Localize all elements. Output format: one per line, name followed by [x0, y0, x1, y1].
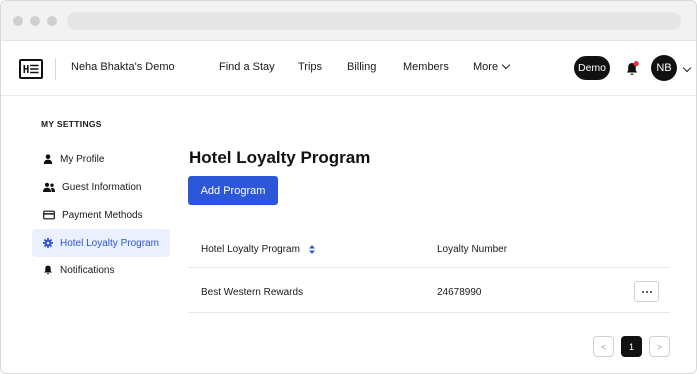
pagination-next-button[interactable]: >: [649, 336, 670, 357]
more-dot-icon: [641, 290, 644, 293]
bell-icon: [626, 61, 639, 75]
sidebar-item-notifications[interactable]: Notifications: [32, 256, 170, 284]
logo-text: H☰: [22, 62, 40, 76]
sidebar-item-label: My Profile: [60, 153, 105, 165]
notifications-button[interactable]: [625, 61, 639, 77]
top-navigation: H☰ Neha Bhakta's Demo Find a Stay Trips …: [1, 41, 696, 96]
browser-window: H☰ Neha Bhakta's Demo Find a Stay Trips …: [0, 0, 697, 374]
add-program-button[interactable]: Add Program: [188, 176, 278, 205]
more-dot-icon: [645, 290, 648, 293]
bell-icon: [44, 265, 52, 275]
nav-more-label: More: [473, 61, 499, 73]
person-icon: [43, 154, 53, 164]
page-title: Hotel Loyalty Program: [189, 148, 371, 167]
gear-icon: [43, 238, 53, 248]
sidebar-item-label: Hotel Loyalty Program: [60, 237, 159, 249]
sidebar-item-label: Guest Information: [62, 181, 142, 193]
table-divider: [188, 267, 670, 268]
chevron-down-icon: [501, 60, 511, 70]
window-zoom-dot[interactable]: [47, 16, 57, 26]
sidebar-heading: MY SETTINGS: [41, 119, 102, 129]
window-close-dot[interactable]: [13, 16, 23, 26]
notification-dot: [633, 61, 639, 67]
window-minimize-dot[interactable]: [30, 16, 40, 26]
credit-card-icon: [43, 210, 55, 220]
pagination-prev-button[interactable]: <: [593, 336, 614, 357]
sidebar-item-hotel-loyalty-program[interactable]: Hotel Loyalty Program: [32, 229, 170, 257]
column-header-loyalty-number: Loyalty Number: [437, 244, 508, 255]
sidebar-item-label: Payment Methods: [62, 209, 143, 221]
browser-chrome: [1, 1, 696, 41]
pagination-page-current[interactable]: 1: [621, 336, 642, 357]
nav-divider: [55, 58, 56, 80]
table-cell-program: Best Western Rewards: [201, 287, 304, 298]
sort-icon[interactable]: [308, 244, 315, 254]
address-bar[interactable]: [67, 12, 681, 30]
nav-trips[interactable]: Trips: [298, 61, 322, 73]
nav-members[interactable]: Members: [403, 61, 449, 73]
table-divider: [188, 312, 670, 313]
account-chevron-down-icon[interactable]: [682, 63, 692, 73]
sidebar-item-payment-methods[interactable]: Payment Methods: [32, 201, 170, 229]
row-more-options-button[interactable]: [634, 281, 659, 302]
sidebar-item-my-profile[interactable]: My Profile: [32, 145, 170, 173]
column-header-program[interactable]: Hotel Loyalty Program: [201, 244, 315, 255]
people-icon: [43, 182, 55, 192]
sidebar-item-label: Notifications: [60, 264, 115, 276]
avatar[interactable]: NB: [651, 55, 677, 81]
column-header-label: Hotel Loyalty Program: [201, 244, 300, 255]
table-cell-loyalty-number: 24678990: [437, 287, 482, 298]
nav-more[interactable]: More: [473, 60, 511, 73]
logo[interactable]: H☰: [19, 59, 43, 79]
demo-badge[interactable]: Demo: [574, 56, 610, 80]
nav-billing[interactable]: Billing: [347, 61, 376, 73]
sidebar-item-guest-information[interactable]: Guest Information: [32, 173, 170, 201]
org-name: Neha Bhakta's Demo: [71, 61, 175, 73]
nav-find-a-stay[interactable]: Find a Stay: [219, 61, 275, 73]
more-dot-icon: [649, 290, 652, 293]
